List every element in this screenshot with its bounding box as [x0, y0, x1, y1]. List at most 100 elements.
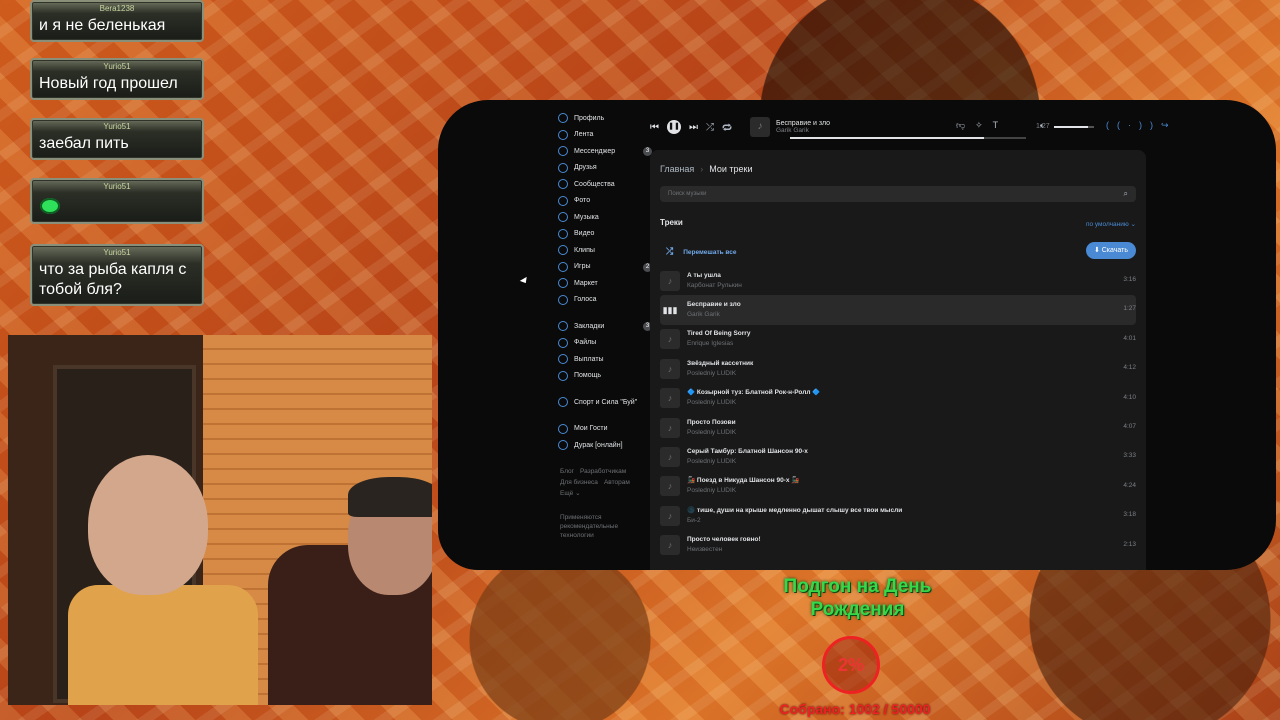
download-label: Скачать	[1101, 247, 1128, 254]
track-cover-icon[interactable]: ♪	[660, 447, 680, 468]
now-playing-info[interactable]: Бесправие и зло Garik Garik	[776, 120, 830, 134]
player-action-icons[interactable]: 👎︎✧T	[956, 120, 1008, 131]
track-row[interactable]: ♪ Просто Позови Posledniy LUDIK 4:07	[660, 413, 1136, 442]
now-playing-title: Бесправие и зло	[776, 120, 831, 127]
track-cover-icon[interactable]: ♪	[660, 270, 680, 291]
track-row[interactable]: ♪ Просто человек говно! Неизвестен 2:13	[660, 531, 1136, 560]
shuffle-icon[interactable]: ⤮	[706, 122, 714, 133]
recommendation-notice[interactable]: Применяются рекомендательные технологии	[558, 513, 630, 540]
nav-item-market[interactable]: Маркет	[558, 275, 658, 292]
nav-item-friends[interactable]: Друзья	[558, 160, 658, 177]
track-duration: 1:27	[1123, 305, 1136, 313]
emote-icon	[40, 198, 60, 214]
nav-item-votes[interactable]: Голоса	[558, 292, 658, 309]
track-cover-icon[interactable]: ♪	[660, 329, 680, 350]
previous-icon[interactable]: ⏮	[650, 122, 659, 133]
webcam-person	[68, 455, 258, 705]
track-artist[interactable]: Garik Garik	[687, 310, 741, 320]
feed-icon	[558, 129, 568, 140]
track-row[interactable]: ♪ Серый Тамбур: Блатной Шансон 90-х Posled…	[660, 442, 1136, 471]
track-row[interactable]: ▮▮▮ Бесправие и зло Garik Garik 1:27	[660, 295, 1136, 325]
communities-icon	[558, 179, 568, 190]
track-cover-icon[interactable]: ♪	[660, 358, 680, 379]
nav-item-games[interactable]: Игры 2	[558, 259, 658, 276]
nav-label: Выплаты	[574, 355, 604, 363]
webcam-feed	[8, 335, 432, 705]
chat-username: Yurio51	[103, 62, 131, 71]
nav-item-payouts[interactable]: Выплаты	[558, 351, 658, 368]
nav-label: Профиль	[574, 114, 605, 122]
track-info: 🚂 Поезд в Никуда Шансон 90-х 🚂 Posledniy …	[687, 476, 799, 496]
nav-item-help[interactable]: Помощь	[558, 368, 658, 385]
sort-dropdown[interactable]: по умолчанию ⌄	[1086, 220, 1136, 228]
games-icon	[558, 261, 568, 272]
track-cover-icon[interactable]: ♪	[660, 535, 680, 556]
track-artist[interactable]: Неизвестен	[687, 545, 761, 555]
nav-item-app-guests[interactable]: Мои Гости	[558, 421, 658, 438]
track-info: Просто Позови Posledniy LUDIK	[687, 418, 736, 438]
track-cover-icon[interactable]: ♪	[660, 505, 680, 526]
track-row[interactable]: ♪ А ты ушла Карбонат Рулькин 3:16	[660, 266, 1136, 295]
progress-bar[interactable]	[790, 137, 1026, 139]
volume-icon[interactable]: 🔈︎	[1040, 121, 1045, 131]
chat-text: и я не беленькая	[39, 17, 166, 34]
nav-item-clips[interactable]: Клипы	[558, 242, 658, 259]
track-row[interactable]: ♪ 🔷 Козырной туз: Блатной Рок-н-Ролл 🔷 Pos…	[660, 384, 1136, 413]
breadcrumb-home[interactable]: Главная	[660, 164, 694, 174]
track-artist[interactable]: Posledniy LUDIK	[687, 369, 753, 379]
nav-item-music[interactable]: Музыка	[558, 209, 658, 226]
track-cover-icon[interactable]: ♪	[660, 417, 680, 438]
shuffle-all-button[interactable]: ⤮ Перемешать все	[666, 246, 737, 257]
broadcast-share-icons[interactable]: ((·))↪	[1106, 120, 1177, 131]
nav-label: Игры	[574, 263, 591, 271]
donation-collected: Собрано: 1002 / 50000	[779, 701, 931, 717]
track-artist[interactable]: Posledniy LUDIK	[687, 486, 799, 496]
track-artist[interactable]: Posledniy LUDIK	[687, 428, 736, 438]
audio-player: ⏮ ❚❚ ⏭ ⤮ 🔁︎ ♪ Бесправие и зло Garik Gari…	[650, 110, 1169, 144]
track-title: А ты ушла	[687, 271, 721, 279]
track-duration: 3:33	[1123, 452, 1136, 460]
nav-item-bookmarks[interactable]: Закладки 3	[558, 318, 658, 335]
next-icon[interactable]: ⏭	[689, 122, 698, 133]
nav-item-video[interactable]: Видео	[558, 226, 658, 243]
donation-goal-title: Подгон на День Рождения	[783, 576, 932, 620]
nav-item-app-durak[interactable]: Дурак [онлайн]	[558, 437, 658, 454]
nav-item-group[interactable]: Спорт и Сила "Буй"	[558, 394, 658, 411]
nav-item-communities[interactable]: Сообщества	[558, 176, 658, 193]
track-row[interactable]: ♪ 🚂 Поезд в Никуда Шансон 90-х 🚂 Posledniy…	[660, 472, 1136, 501]
nav-item-photos[interactable]: Фото	[558, 193, 658, 210]
nav-item-messenger[interactable]: Мессенджер 3	[558, 143, 658, 160]
track-row[interactable]: ♪ Tired Of Being Sorry Enrique Iglesias 4:0…	[660, 325, 1136, 354]
file-icon	[558, 337, 568, 348]
track-cover-icon[interactable]: ♪	[660, 476, 680, 497]
track-artist[interactable]: Posledniy LUDIK	[687, 457, 808, 467]
track-artist[interactable]: Enrique Iglesias	[687, 339, 750, 349]
track-artist[interactable]: Би-2	[687, 516, 902, 526]
footer-link-blog[interactable]: Блог	[560, 468, 574, 475]
nav-item-feed[interactable]: Лента	[558, 127, 658, 144]
nav-item-profile[interactable]: Профиль	[558, 110, 658, 127]
nav-label: Клипы	[574, 246, 595, 254]
nav-item-files[interactable]: Файлы	[558, 335, 658, 352]
track-artist[interactable]: Карбонат Рулькин	[687, 281, 742, 291]
track-cover-icon[interactable]: ♪	[660, 388, 680, 409]
volume-slider[interactable]	[1054, 126, 1094, 128]
pause-button[interactable]: ❚❚	[667, 120, 681, 134]
equalizer-icon[interactable]: ▮▮▮	[660, 300, 680, 321]
search-icon[interactable]: ⌕	[1124, 186, 1128, 202]
chat-message: Bera1238 и я не беленькая	[30, 0, 204, 42]
track-title: 🚂 Поезд в Никуда Шансон 90-х 🚂	[687, 477, 800, 485]
download-button[interactable]: ⬇ Скачать	[1085, 242, 1136, 259]
footer-link-more[interactable]: Ещё ⌄	[560, 490, 581, 497]
track-row[interactable]: ♪ 🌑 тише, души на крыше медленно дышат сл…	[660, 501, 1136, 530]
photo-icon	[558, 195, 568, 206]
music-search-input[interactable]: Поиск музыки ⌕	[660, 186, 1136, 202]
footer-link-business[interactable]: Для бизнеса	[560, 479, 598, 486]
repeat-icon[interactable]: 🔁︎	[722, 120, 732, 135]
track-artist[interactable]: Posledniy LUDIK	[687, 398, 820, 408]
track-list: ♪ А ты ушла Карбонат Рулькин 3:16 ▮▮▮ Бесправ…	[660, 266, 1136, 560]
track-row[interactable]: ♪ Звёздный кассетник Posledniy LUDIK 4:12	[660, 354, 1136, 383]
footer-link-authors[interactable]: Авторам	[604, 479, 630, 486]
track-info: 🔷 Козырной туз: Блатной Рок-н-Ролл 🔷 Posl…	[687, 388, 820, 408]
footer-link-devs[interactable]: Разработчикам	[580, 468, 626, 475]
